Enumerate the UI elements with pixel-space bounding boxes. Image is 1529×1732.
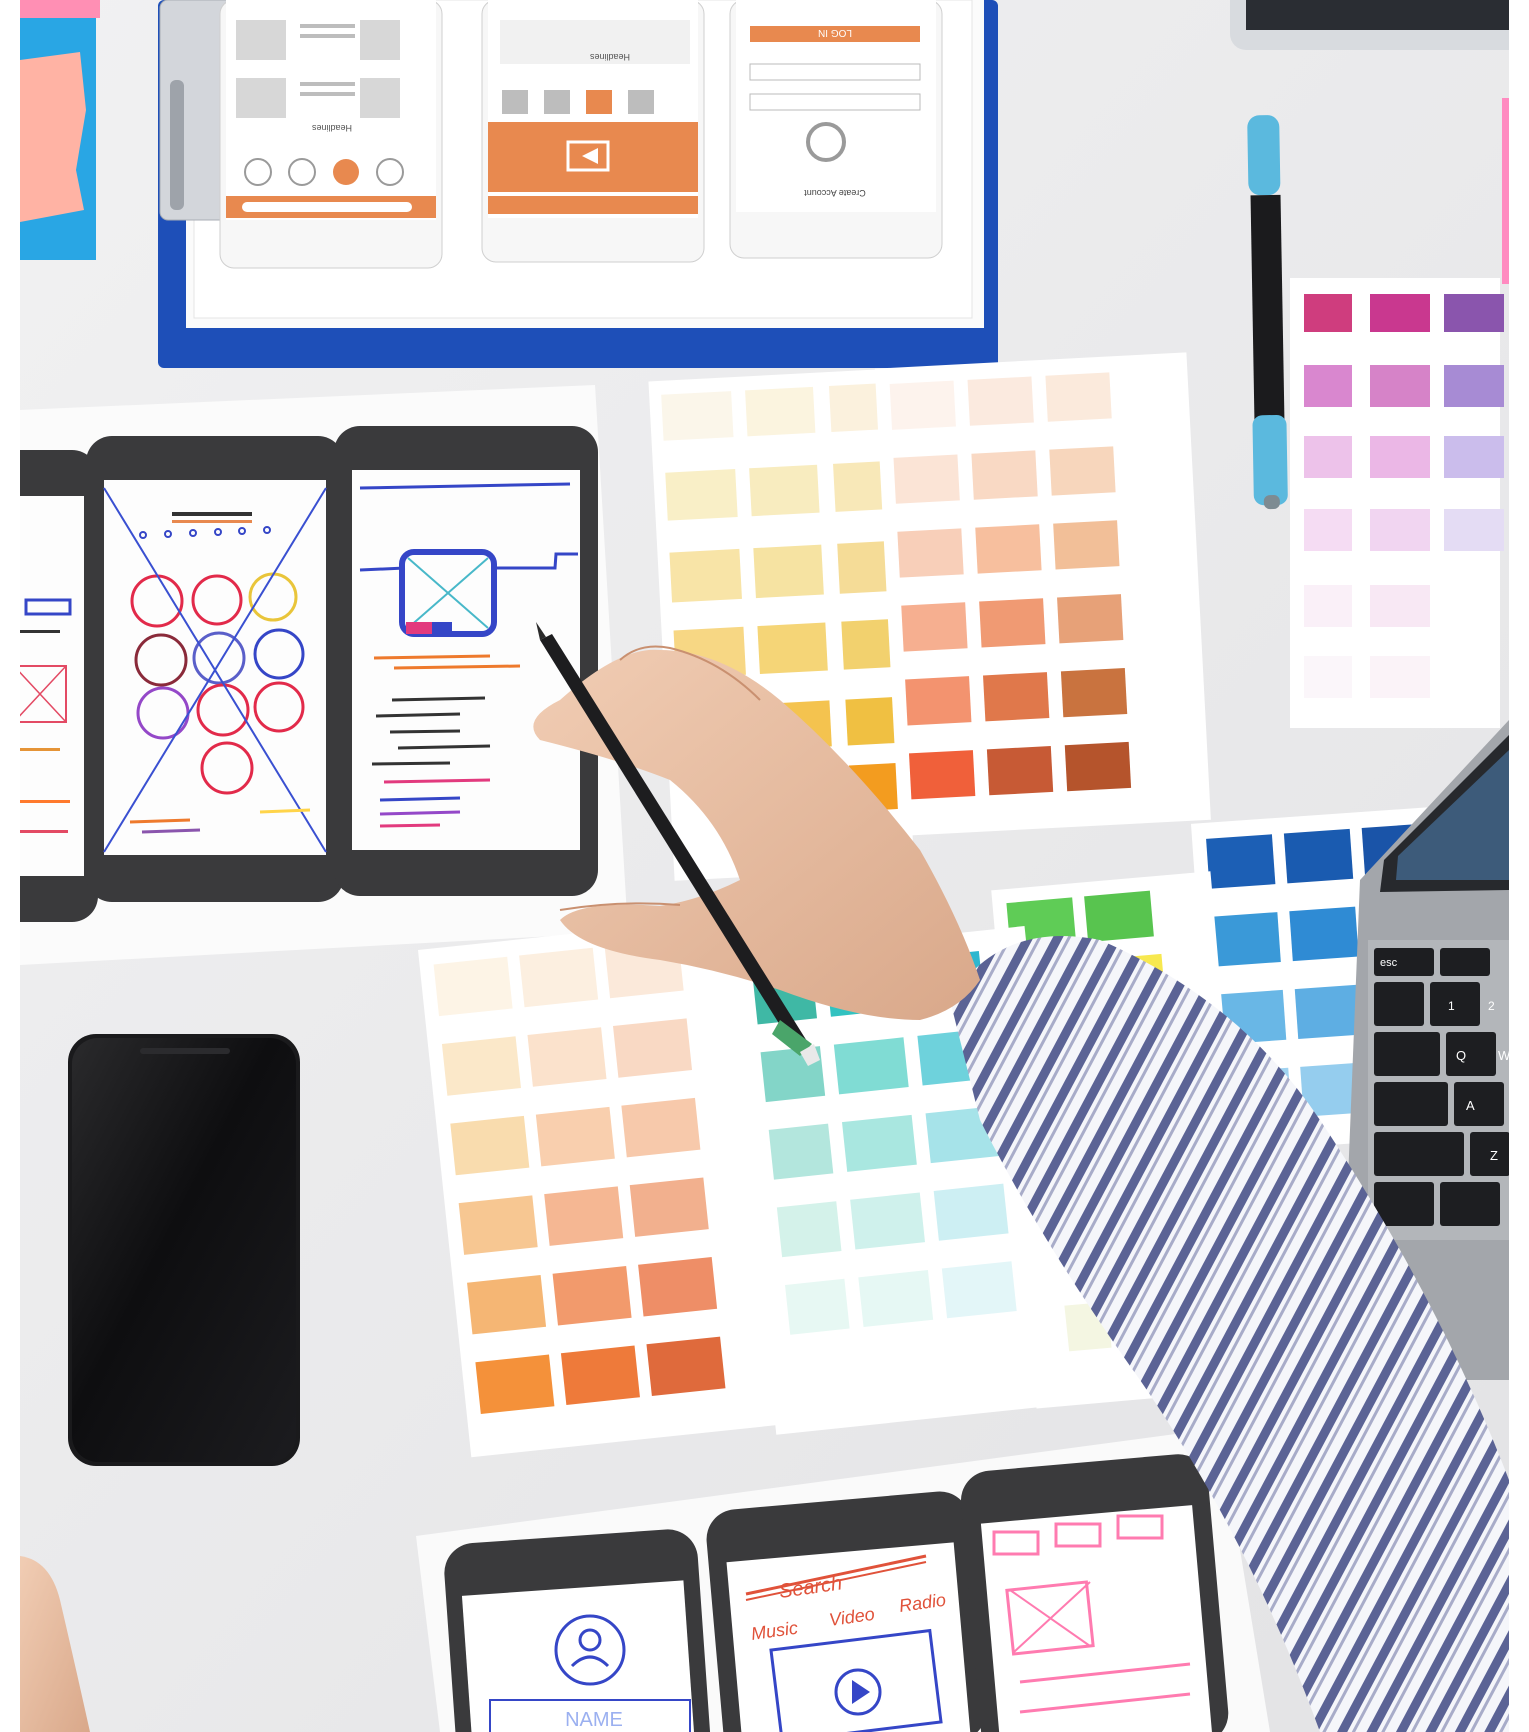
wireframe-headline-1: Headlines: [311, 123, 352, 133]
tablet: [1230, 0, 1509, 50]
desk-illustration: Headlines Headlines LOG IN Create Accoun…: [20, 0, 1509, 1732]
sticky-notes: [20, 0, 100, 260]
clipboard: Headlines Headlines LOG IN Create Accoun…: [158, 0, 998, 368]
key-q: Q: [1456, 1048, 1466, 1063]
key-esc: esc: [1380, 957, 1398, 969]
wireframe-headline-2: Headlines: [589, 52, 630, 62]
sticky-pink-right: [1502, 98, 1509, 284]
swatch-strip-oranges-top: [874, 352, 1211, 837]
key-2: 2: [1488, 999, 1495, 1013]
key-z: Z: [1490, 1148, 1498, 1163]
smartphone: [68, 1034, 300, 1466]
wireframe-create-account: Create Account: [804, 188, 866, 198]
key-a: A: [1466, 1098, 1475, 1113]
sketch-paper-main: [20, 385, 628, 965]
key-1: 1: [1448, 999, 1455, 1013]
desk-photo: Headlines Headlines LOG IN Create Accoun…: [20, 0, 1509, 1732]
key-w: W: [1498, 1048, 1509, 1063]
wireframe-login-button: LOG IN: [818, 27, 852, 38]
sketch-name-field: NAME: [565, 1709, 623, 1731]
swatch-strip-bottom-peach: [417, 915, 800, 1458]
swatch-strip-purples: [1290, 278, 1504, 728]
